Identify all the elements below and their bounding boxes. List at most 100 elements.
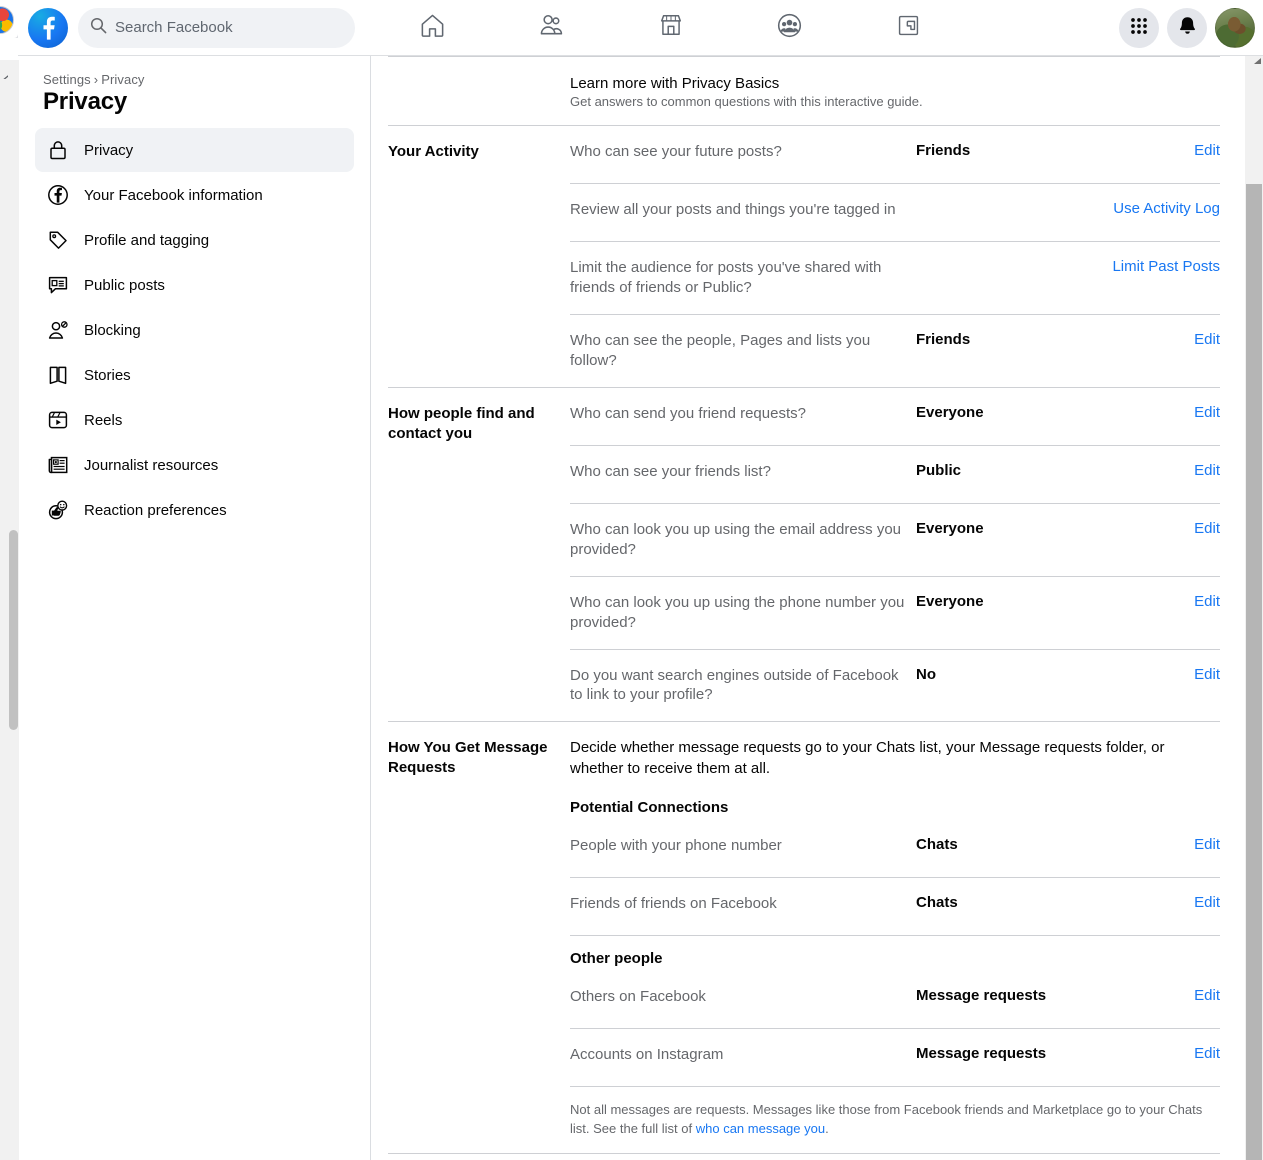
page-title: Privacy	[43, 88, 128, 115]
setting-question: Limit the audience for posts you've shar…	[570, 259, 882, 296]
nav-tab-home[interactable]	[373, 2, 492, 54]
search-input[interactable]	[115, 19, 343, 36]
nav-tab-marketplace[interactable]	[611, 2, 730, 54]
setting-row: Who can look you up using the email addr…	[570, 504, 1220, 576]
person-block-icon	[43, 315, 73, 345]
browser-address-bar-sliver[interactable]	[0, 38, 18, 60]
breadcrumb-current: Privacy	[101, 72, 145, 87]
facebook-logo-icon[interactable]	[28, 7, 68, 48]
page-vertical-scrollbar[interactable]	[1245, 56, 1263, 1160]
setting-question: Friends of friends on Facebook	[570, 895, 777, 913]
nav-tab-friends[interactable]	[492, 2, 611, 54]
settings-sidebar: Settings › Privacy Privacy Privacy Your Fa…	[19, 56, 371, 1160]
sidebar-item-profile-and-tagging[interactable]: Profile and tagging	[35, 218, 354, 262]
newspaper-icon	[43, 450, 73, 480]
who-can-message-you-link[interactable]: who can message you	[696, 1121, 825, 1136]
sidebar-item-stories[interactable]: Stories	[35, 353, 354, 397]
grid-menu-button[interactable]	[1119, 8, 1159, 48]
setting-row: Accounts on Instagram Message requests E…	[570, 1029, 1220, 1086]
setting-action-link[interactable]: Edit	[1098, 593, 1220, 610]
setting-row: Review all your posts and things you're …	[570, 184, 1220, 241]
sidebar-item-label: Blocking	[84, 321, 141, 339]
setting-value: Chats	[916, 836, 958, 854]
setting-action-link[interactable]: Use Activity Log	[1098, 200, 1220, 217]
sidebar-item-label: Profile and tagging	[84, 231, 210, 249]
sidebar-item-journalist-resources[interactable]: Journalist resources	[35, 443, 354, 487]
setting-action-link[interactable]: Edit	[1098, 894, 1220, 911]
setting-question: Review all your posts and things you're …	[570, 201, 896, 218]
section-label: Your Activity	[388, 143, 479, 160]
friends-icon	[538, 12, 565, 44]
setting-action-link[interactable]: Edit	[1098, 666, 1220, 683]
setting-row: Who can send you friend requests? Everyo…	[570, 388, 1220, 445]
setting-action-link[interactable]: Edit	[1098, 462, 1220, 479]
intro-spacer	[388, 75, 570, 109]
browser-vertical-scrollbar[interactable]	[8, 60, 19, 1160]
setting-action-link[interactable]: Edit	[1098, 404, 1220, 421]
header-nav-tabs	[373, 2, 968, 54]
profile-avatar[interactable]	[1215, 8, 1255, 48]
setting-action-link[interactable]: Edit	[1098, 1045, 1220, 1062]
setting-row: Who can see your future posts? Friends E…	[570, 126, 1220, 183]
book-icon	[43, 360, 73, 390]
breadcrumb: Settings › Privacy	[43, 72, 354, 87]
setting-value: Friends	[916, 330, 971, 348]
thumbs-up-emoji-icon	[43, 495, 73, 525]
sidebar-item-label: Privacy	[84, 141, 134, 159]
setting-row: Do you want search engines outside of Fa…	[570, 650, 1220, 722]
section-label: How people find and contact you	[388, 404, 535, 442]
message-requests-description: Decide whether message requests go to yo…	[570, 739, 1165, 777]
section-message-requests: How You Get Message Requests Decide whet…	[388, 722, 1220, 1152]
setting-action-link[interactable]: Limit Past Posts	[1098, 258, 1220, 275]
nav-tab-gaming[interactable]	[849, 2, 968, 54]
reels-play-icon	[43, 405, 73, 435]
setting-value: Everyone	[916, 519, 984, 537]
setting-action-link[interactable]: Edit	[1098, 142, 1220, 159]
search-bar[interactable]	[78, 7, 355, 48]
lock-icon	[43, 135, 73, 165]
setting-question: Accounts on Instagram	[570, 1046, 724, 1064]
scrollbar-thumb[interactable]	[1246, 184, 1262, 1160]
setting-question: Others on Facebook	[570, 988, 706, 1006]
sidebar-item-reaction-preferences[interactable]: Reaction preferences	[35, 488, 354, 532]
setting-question: Who can send you friend requests?	[570, 404, 806, 422]
setting-action-link[interactable]: Edit	[1098, 987, 1220, 1004]
search-icon	[90, 17, 107, 39]
marketplace-icon	[658, 12, 684, 43]
nav-tab-groups[interactable]	[730, 2, 849, 54]
comment-lines-icon	[43, 270, 73, 300]
sidebar-item-blocking[interactable]: Blocking	[35, 308, 354, 352]
privacy-basics-title[interactable]: Learn more with Privacy Basics	[570, 75, 923, 92]
setting-action-link[interactable]: Edit	[1098, 836, 1220, 853]
setting-question: Who can see the people, Pages and lists …	[570, 331, 871, 369]
setting-question: Who can see your friends list?	[570, 462, 771, 480]
setting-value: Everyone	[916, 592, 984, 610]
setting-action-link[interactable]: Edit	[1098, 331, 1220, 348]
sidebar-item-public-posts[interactable]: Public posts	[35, 263, 354, 307]
breadcrumb-root[interactable]: Settings	[43, 72, 91, 87]
home-icon	[419, 12, 446, 44]
setting-row: Who can see the people, Pages and lists …	[570, 315, 1220, 387]
setting-action-link[interactable]: Edit	[1098, 520, 1220, 537]
sidebar-item-label: Journalist resources	[84, 456, 219, 474]
setting-value: Public	[916, 461, 962, 479]
grid-menu-icon	[1129, 16, 1149, 41]
sidebar-item-label: Stories	[84, 366, 131, 384]
notifications-button[interactable]	[1167, 8, 1207, 48]
sidebar-item-label: Public posts	[84, 276, 165, 294]
setting-value: Message requests	[916, 1045, 1047, 1063]
groups-icon	[776, 12, 803, 44]
footnote-text: Not all messages are requests. Messages …	[570, 1102, 1203, 1136]
setting-row: Who can see your friends list? Public Ed…	[570, 446, 1220, 503]
sidebar-item-privacy[interactable]: Privacy	[35, 128, 354, 172]
setting-question: Who can look you up using the email addr…	[570, 520, 902, 558]
scrollbar-thumb[interactable]	[9, 530, 18, 730]
setting-question: Do you want search engines outside of Fa…	[570, 666, 899, 704]
breadcrumb-separator: ›	[93, 72, 99, 87]
setting-row: Who can look you up using the phone numb…	[570, 577, 1220, 649]
setting-value: No	[916, 665, 936, 683]
divider	[388, 1152, 1220, 1154]
sidebar-item-your-facebook-information[interactable]: Your Facebook information	[35, 173, 354, 217]
sidebar-item-reels[interactable]: Reels	[35, 398, 354, 442]
setting-question: Who can look you up using the phone numb…	[570, 593, 905, 631]
